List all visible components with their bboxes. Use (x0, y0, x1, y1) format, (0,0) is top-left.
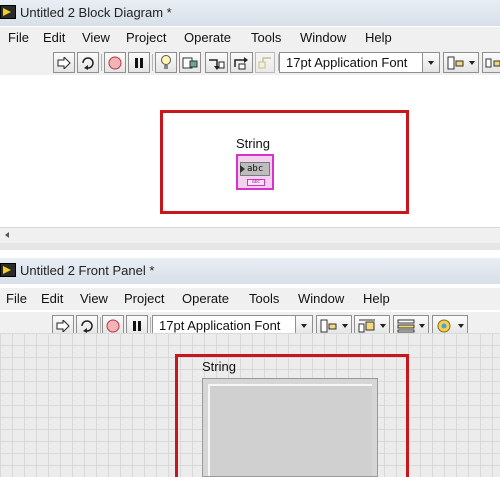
block-diagram-toolbar: 17pt Application Font (0, 49, 500, 76)
menu-operate[interactable]: Operate (182, 291, 229, 306)
front-panel-menubar: File Edit View Project Operate Tools Win… (0, 288, 500, 310)
menu-tools[interactable]: Tools (251, 30, 281, 45)
string-control-label[interactable]: String (202, 359, 236, 374)
labview-icon (0, 263, 16, 277)
string-control-text-area[interactable] (208, 384, 372, 476)
string-terminal[interactable]: abc abc (236, 154, 274, 190)
terminal-output-arrow-icon (240, 165, 245, 173)
run-arrow-icon (56, 319, 70, 332)
menu-view[interactable]: View (82, 30, 110, 45)
string-control[interactable] (202, 378, 378, 477)
block-diagram-title: Untitled 2 Block Diagram * (20, 5, 172, 20)
distribute-objects-icon (485, 58, 500, 67)
distribute-objects-button[interactable] (482, 52, 500, 73)
toolbar-separator (150, 317, 151, 334)
block-diagram-menubar: File Edit View Project Operate Tools Win… (0, 27, 500, 49)
toolbar-separator (101, 54, 102, 71)
menu-window[interactable]: Window (300, 30, 346, 45)
reorder-icon (437, 319, 451, 332)
chevron-down-icon (469, 60, 475, 65)
chevron-down-icon (419, 323, 425, 328)
run-button[interactable] (53, 52, 75, 73)
retain-wire-values-icon (182, 57, 198, 68)
run-continuously-button[interactable] (77, 52, 99, 73)
step-out-button[interactable] (255, 52, 275, 73)
step-into-button[interactable] (205, 52, 228, 73)
block-diagram-titlebar[interactable]: Untitled 2 Block Diagram * (0, 0, 500, 26)
menu-project[interactable]: Project (124, 291, 164, 306)
menu-edit[interactable]: Edit (43, 30, 65, 45)
align-objects-button[interactable] (443, 52, 479, 73)
toolbar-separator (152, 54, 153, 71)
toolbar-separator (100, 317, 101, 334)
font-select[interactable]: 17pt Application Font (279, 52, 440, 73)
run-continuously-icon (81, 319, 93, 333)
highlight-execution-button[interactable] (155, 52, 177, 73)
menu-edit[interactable]: Edit (41, 291, 63, 306)
abort-button[interactable] (104, 52, 126, 73)
run-arrow-icon (57, 56, 71, 69)
menu-help[interactable]: Help (363, 291, 390, 306)
chevron-down-icon (428, 60, 434, 65)
retain-wire-values-button[interactable] (179, 52, 201, 73)
string-terminal-label[interactable]: String (236, 136, 270, 151)
font-select-value: 17pt Application Font (159, 318, 281, 333)
menu-help[interactable]: Help (365, 30, 392, 45)
highlight-box-block-diagram (160, 110, 409, 214)
step-over-button[interactable] (230, 52, 253, 73)
scroll-left-arrow-icon[interactable] (5, 232, 9, 238)
string-terminal-body: abc (240, 162, 270, 176)
menu-window[interactable]: Window (298, 291, 344, 306)
menu-file[interactable]: File (6, 291, 27, 306)
font-select-value: 17pt Application Font (286, 55, 408, 70)
menu-tools[interactable]: Tools (249, 291, 279, 306)
step-over-icon (234, 56, 248, 69)
pause-icon (133, 320, 141, 331)
string-terminal-footer: abc (247, 179, 265, 186)
abort-icon (108, 56, 122, 69)
chevron-down-icon (301, 323, 307, 328)
abort-icon (106, 319, 120, 332)
front-panel-title: Untitled 2 Front Panel * (20, 263, 155, 278)
menu-file[interactable]: File (8, 30, 29, 45)
menu-operate[interactable]: Operate (184, 30, 231, 45)
window-bottom-edge (0, 243, 500, 250)
menu-project[interactable]: Project (126, 30, 166, 45)
horizontal-scrollbar[interactable] (0, 227, 500, 243)
align-objects-icon (320, 319, 337, 332)
resize-objects-icon (397, 319, 415, 332)
step-out-icon (258, 56, 271, 68)
run-continuously-icon (82, 56, 94, 70)
front-panel-titlebar[interactable]: Untitled 2 Front Panel * (0, 258, 500, 284)
menu-view[interactable]: View (80, 291, 108, 306)
align-objects-icon (447, 56, 464, 69)
step-into-icon (209, 58, 225, 70)
lightbulb-icon (161, 55, 171, 69)
string-terminal-type: abc (247, 164, 264, 174)
chevron-down-icon (458, 323, 464, 328)
chevron-down-icon (380, 323, 386, 328)
distribute-objects-icon (358, 319, 375, 332)
pause-icon (135, 57, 143, 68)
pause-button[interactable] (128, 52, 150, 73)
font-dropdown-arrow[interactable] (422, 53, 439, 72)
chevron-down-icon (342, 323, 348, 328)
labview-icon (0, 5, 16, 19)
